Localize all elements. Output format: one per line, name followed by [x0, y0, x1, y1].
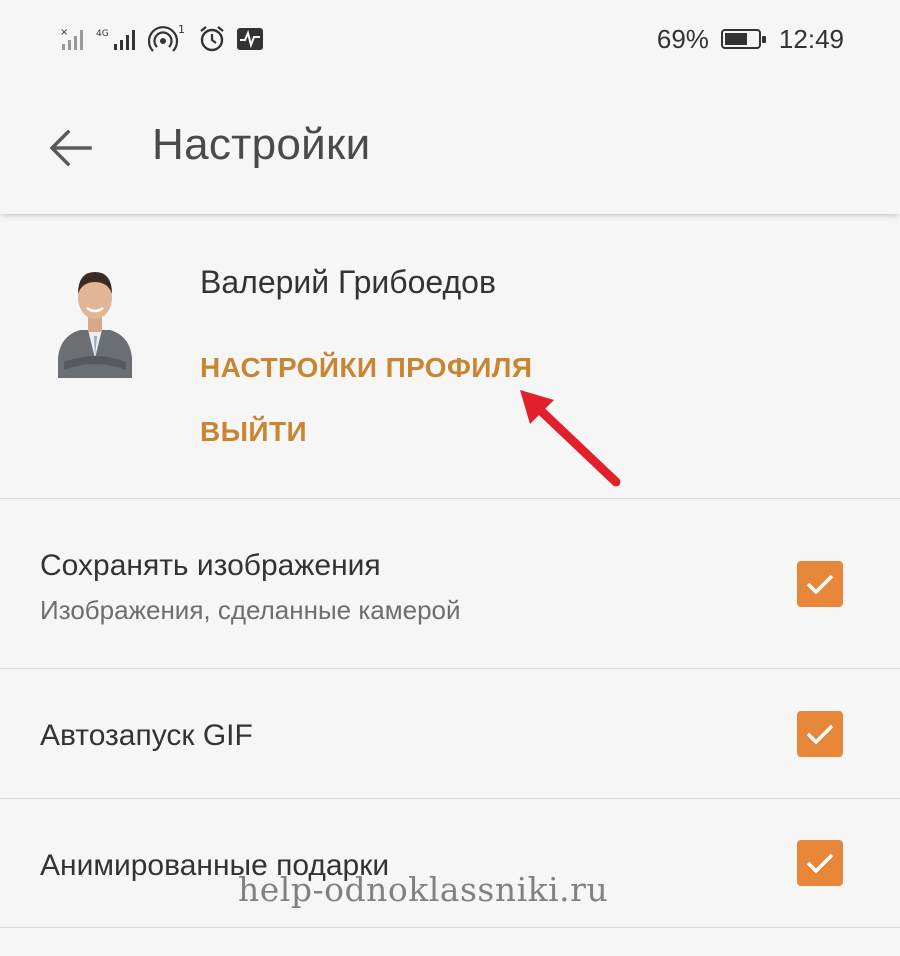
signal-4g-icon: 4G	[96, 29, 135, 50]
avatar[interactable]	[50, 258, 140, 378]
checkmark-icon	[806, 574, 834, 595]
alarm-icon	[200, 26, 224, 52]
status-bar: × 4G 1 69% 12:49	[0, 0, 900, 80]
animated-gifts-checkbox[interactable]	[797, 840, 843, 886]
setting-subtitle: Изображения, сделанные камерой	[40, 595, 461, 625]
svg-text:×: ×	[60, 27, 68, 38]
back-arrow-icon	[49, 129, 92, 167]
profile-settings-link[interactable]: НАСТРОЙКИ ПРОФИЛЯ	[200, 352, 532, 384]
annotation-arrow	[520, 390, 621, 487]
checkmark-icon	[806, 853, 834, 874]
autoplay-gif-checkbox[interactable]	[797, 711, 843, 757]
status-icons-left: × 4G 1	[60, 22, 264, 56]
back-button[interactable]	[46, 126, 96, 170]
no-signal-icon: ×	[60, 27, 83, 50]
status-icons-right: 69% 12:49	[657, 22, 844, 56]
divider	[0, 927, 900, 928]
save-images-checkbox[interactable]	[797, 561, 843, 607]
hotspot-icon: 1	[148, 24, 185, 52]
profile-section: Валерий Грибоедов НАСТРОЙКИ ПРОФИЛЯ ВЫЙТ…	[0, 220, 900, 498]
page-title: Настройки	[152, 120, 371, 169]
setting-title: Сохранять изображения	[40, 549, 381, 582]
setting-autoplay-gif[interactable]: Автозапуск GIF	[0, 669, 900, 797]
clock-time: 12:49	[778, 23, 844, 54]
checkmark-icon	[806, 724, 834, 745]
battery-percent: 69%	[656, 23, 709, 54]
battery-icon	[720, 29, 766, 49]
network-type-label: 4G	[96, 29, 109, 39]
setting-title: Автозапуск GIF	[40, 719, 253, 752]
setting-save-images[interactable]: Сохранять изображения Изображения, сдела…	[0, 499, 900, 667]
activity-icon	[237, 28, 263, 50]
logout-link[interactable]: ВЫЙТИ	[200, 416, 307, 448]
watermark-text: help-odnoklassniki.ru	[238, 870, 609, 909]
app-bar: Настройки	[0, 80, 900, 214]
user-name: Валерий Грибоедов	[200, 264, 496, 300]
battery-level-fill	[724, 33, 747, 45]
notification-count: 1	[178, 24, 185, 36]
